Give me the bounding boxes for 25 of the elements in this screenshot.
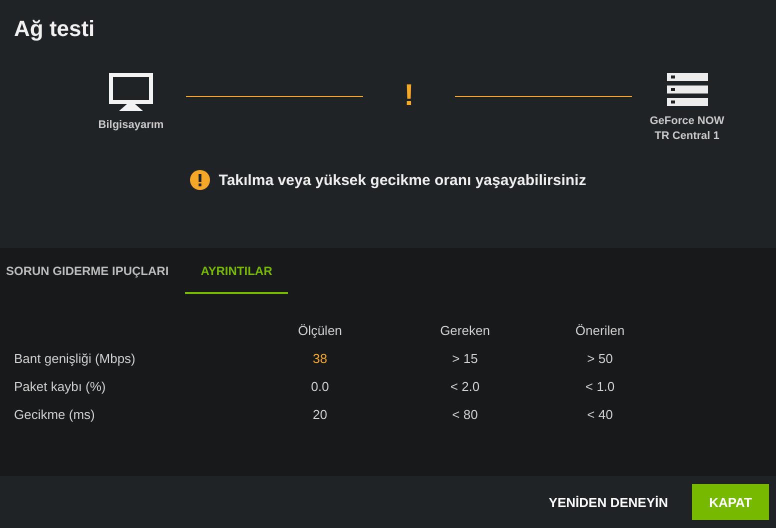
retry-button[interactable]: YENİDEN DENEYİN <box>548 484 668 520</box>
table-cell-text: < 1.0 <box>584 378 616 394</box>
window-title: Ağ testi <box>14 16 96 42</box>
column-header: Ölçülen <box>296 322 344 338</box>
warning-mark: ! <box>403 78 415 114</box>
server-icon <box>666 73 708 108</box>
node-label: Bilgisayarım <box>98 118 164 133</box>
table-cell-text: 20 <box>312 406 328 422</box>
row-label: Bant genişliği (Mbps) <box>14 350 136 366</box>
row-label: Paket kaybı (%) <box>14 378 107 394</box>
table-cell-text: 0.0 <box>310 378 330 394</box>
column-header: Önerilen <box>574 322 626 338</box>
table-cell-text: 38 <box>312 350 328 366</box>
column-header: Gereken <box>439 322 491 338</box>
table-cell-text: > 15 <box>451 350 479 366</box>
tab[interactable]: SORUN GIDERME IPUÇLARI <box>6 248 169 294</box>
alert-message: Takılma veya yüksek gecikme oranı yaşayabilirsiniz <box>218 172 586 188</box>
table-cell-text: < 2.0 <box>449 378 481 394</box>
tab[interactable]: AYRINTILAR <box>184 248 288 294</box>
monitor-icon <box>109 73 153 112</box>
node-label: GeForce NOW TR Central 1 <box>650 114 724 144</box>
table-cell-text: < 40 <box>586 406 614 422</box>
table-cell-text: < 80 <box>451 406 479 422</box>
row-label: Gecikme (ms) <box>14 406 96 422</box>
table-cell-text: > 50 <box>586 350 614 366</box>
